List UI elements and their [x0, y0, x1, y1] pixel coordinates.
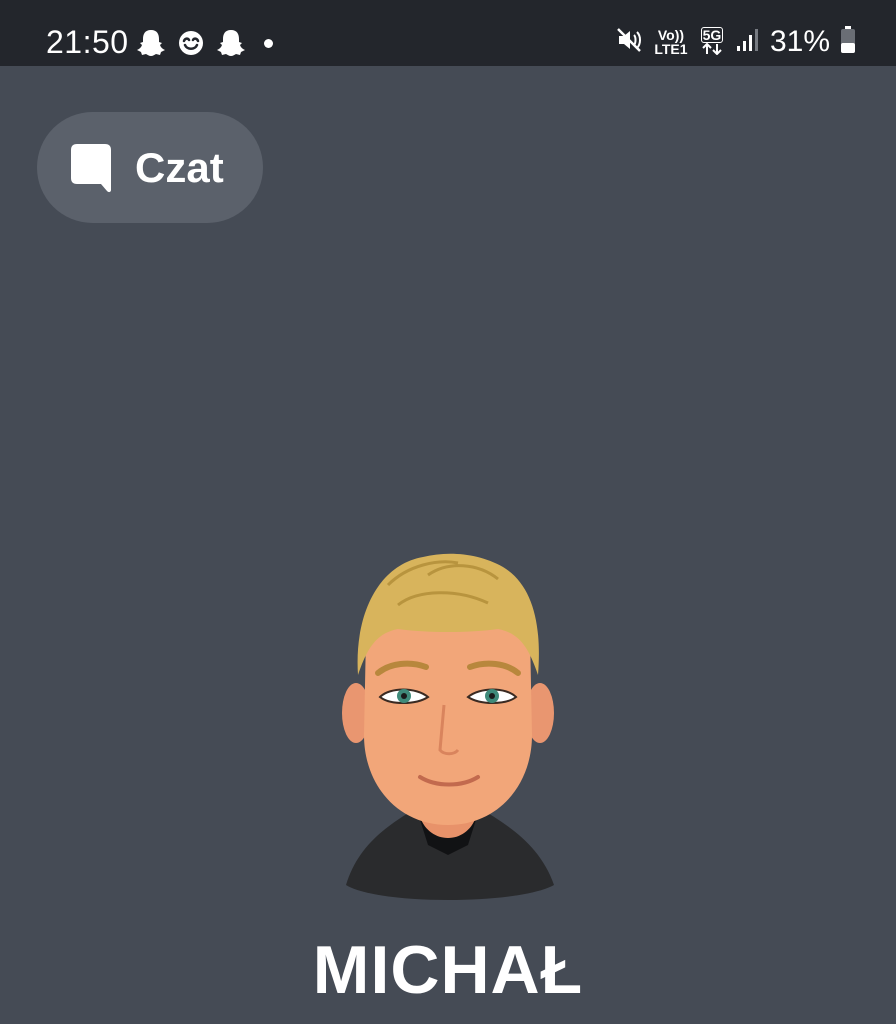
heart-smile-icon [176, 28, 206, 58]
bitmoji-avatar[interactable] [328, 545, 568, 905]
system-icons: Vo)) LTE1 5G 31% [616, 22, 856, 62]
notification-icons [136, 26, 273, 60]
battery-percentage: 31% [769, 25, 830, 58]
snapchat-ghost-icon [136, 28, 166, 58]
status-bar: 21:50 Vo)) LTE1 5G 31% [0, 0, 896, 66]
network-5g-indicator: 5G [698, 27, 726, 57]
data-arrows-icon [698, 42, 726, 57]
chat-button[interactable]: Czat [37, 112, 263, 223]
volte-indicator: Vo)) LTE1 [654, 28, 688, 56]
signal-strength-icon [736, 27, 760, 58]
profile-name: MICHAŁ [312, 932, 584, 1008]
chat-button-label: Czat [135, 143, 224, 191]
network-5g-label: 5G [700, 27, 724, 43]
snapchat-ghost-icon [216, 28, 246, 58]
status-time: 21:50 [46, 24, 129, 60]
more-notifications-dot-icon [264, 38, 273, 48]
mute-icon [616, 26, 644, 59]
volte-top: Vo)) [657, 27, 685, 43]
chat-bubble-icon [69, 142, 113, 194]
battery-icon [840, 25, 856, 59]
volte-bottom: LTE1 [654, 41, 688, 57]
